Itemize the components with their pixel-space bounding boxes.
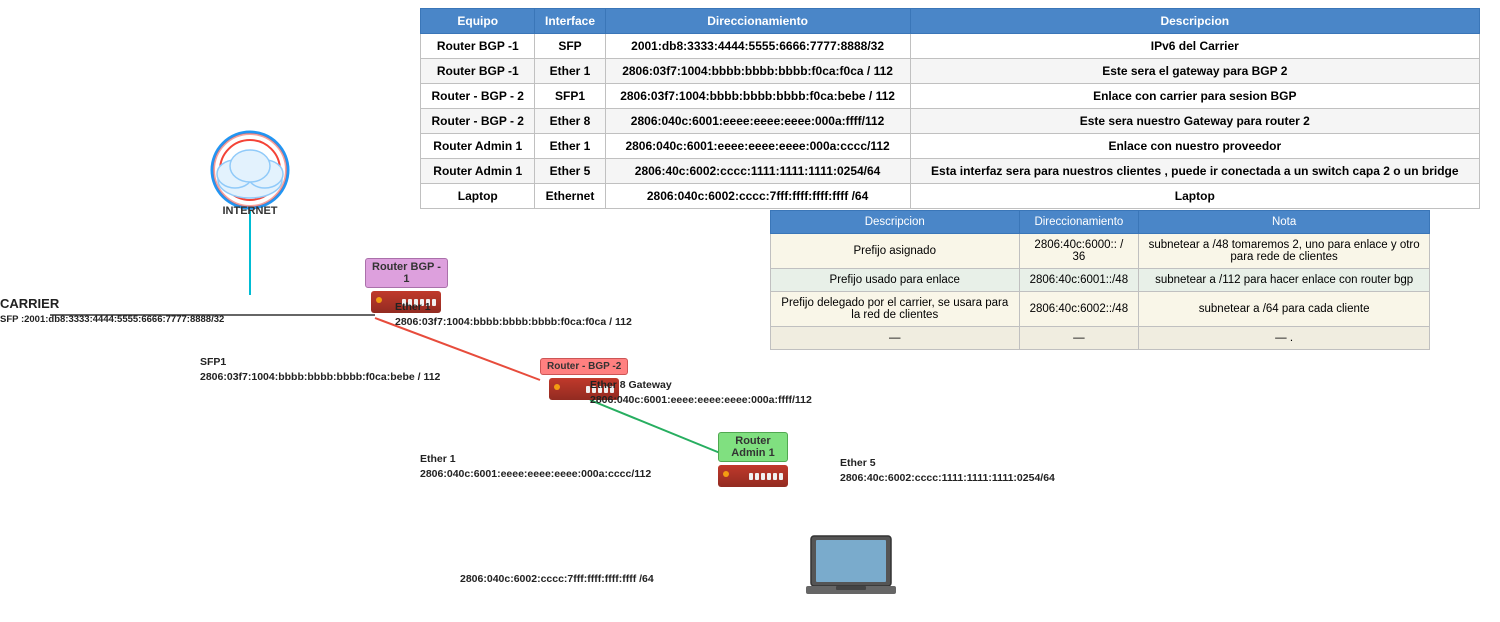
cell-descripcion: Este sera el gateway para BGP 2 xyxy=(910,59,1479,84)
cell-nota: subnetear a /112 para hacer enlace con r… xyxy=(1139,269,1430,292)
admin1-ether1-label: Ether 1 xyxy=(420,452,760,467)
bgp2-ether8-addr: 2806:040c:6001:eeee:eeee:eeee:000a:ffff/… xyxy=(590,393,890,408)
cell-descripcion: — xyxy=(771,327,1020,350)
laptop-addr-text: 2806:040c:6002:cccc:7fff:ffff:ffff:ffff … xyxy=(460,572,840,587)
cell-descripcion: Enlace con carrier para sesion BGP xyxy=(910,84,1479,109)
cell-direccionamiento: 2806:40c:6000:: / 36 xyxy=(1019,234,1139,269)
cell-nota: — . xyxy=(1139,327,1430,350)
laptop-addr: 2806:040c:6002:cccc:7fff:ffff:ffff:ffff … xyxy=(460,572,840,587)
cell-descripcion: Prefijo usado para enlace xyxy=(771,269,1020,292)
cell-nota: subnetear a /48 tomaremos 2, uno para en… xyxy=(1139,234,1430,269)
bgp1-ether1-addr: 2806:03f7:1004:bbbb:bbbb:bbbb:f0ca:f0ca … xyxy=(395,315,735,330)
table-row: Prefijo usado para enlace2806:40c:6001::… xyxy=(771,269,1430,292)
cell-descripcion: Prefijo delegado por el carrier, se usar… xyxy=(771,292,1020,327)
carrier-sfp: SFP :2001:db8:3333:4444:5555:6666:7777:8… xyxy=(0,313,224,326)
carrier-label: CARRIER xyxy=(0,295,224,313)
cell-descripcion: Prefijo asignado xyxy=(771,234,1020,269)
table-row: Prefijo delegado por el carrier, se usar… xyxy=(771,292,1430,327)
secondary-table: Descripcion Direccionamiento Nota Prefij… xyxy=(770,210,1430,350)
router-bgp1-label: Router BGP -1 xyxy=(365,258,448,288)
cloud-icon xyxy=(195,130,305,210)
cell-direccionamiento: 2806:40c:6002::/48 xyxy=(1019,292,1139,327)
port5 xyxy=(773,473,777,480)
admin1-ether1-addr: 2806:040c:6001:eeee:eeee:eeee:000a:cccc/… xyxy=(420,467,760,482)
cell-nota: subnetear a /64 para cada cliente xyxy=(1139,292,1430,327)
bgp2-sfp1-label: SFP1 xyxy=(200,355,540,370)
admin1-ether5-label: Ether 5 xyxy=(840,456,1040,471)
col-descripcion: Descripcion xyxy=(910,9,1479,34)
sec-col-nota: Nota xyxy=(1139,211,1430,234)
port6 xyxy=(779,473,783,480)
internet-cloud: INTERNET xyxy=(195,130,305,217)
cell-descripcion: Esta interfaz sera para nuestros cliente… xyxy=(910,159,1479,184)
bgp2-ether8-text: Ether 8 Gateway 2806:040c:6001:eeee:eeee… xyxy=(590,378,890,407)
carrier-text: CARRIER SFP :2001:db8:3333:4444:5555:666… xyxy=(0,295,224,326)
sec-col-direccionamiento: Direccionamiento xyxy=(1019,211,1139,234)
admin1-ether5-text: Ether 5 2806:40c:6002:cccc:1111:1111:111… xyxy=(840,456,1040,485)
laptop-box xyxy=(806,534,896,604)
bgp2-ether8-label: Ether 8 Gateway xyxy=(590,378,890,393)
port4 xyxy=(767,473,771,480)
cell-direccionamiento: — xyxy=(1019,327,1139,350)
table-row: Prefijo asignado2806:40c:6000:: / 36subn… xyxy=(771,234,1430,269)
laptop-icon xyxy=(806,534,896,599)
bgp2-sfp1-text: SFP1 2806:03f7:1004:bbbb:bbbb:bbbb:f0ca:… xyxy=(200,355,540,384)
cell-descripcion: Laptop xyxy=(910,184,1479,209)
port3 xyxy=(761,473,765,480)
bgp1-ether1-text: Ether 1 2806:03f7:1004:bbbb:bbbb:bbbb:f0… xyxy=(395,300,735,329)
bgp1-ether1-label: Ether 1 xyxy=(395,300,735,315)
network-diagram: INTERNET CARRIER SFP :2001:db8:3333:4444… xyxy=(0,0,760,622)
bgp2-sfp1-addr: 2806:03f7:1004:bbbb:bbbb:bbbb:f0ca:bebe … xyxy=(200,370,540,385)
router-bgp2-label: Router - BGP -2 xyxy=(540,358,628,375)
table-row: ——— . xyxy=(771,327,1430,350)
admin1-ether1-text: Ether 1 2806:040c:6001:eeee:eeee:eeee:00… xyxy=(420,452,760,481)
admin1-ether5-addr: 2806:40c:6002:cccc:1111:1111:1111:0254/6… xyxy=(840,471,1040,486)
cell-descripcion: Enlace con nuestro proveedor xyxy=(910,134,1479,159)
cell-descripcion: Este sera nuestro Gateway para router 2 xyxy=(910,109,1479,134)
sec-col-descripcion: Descripcion xyxy=(771,211,1020,234)
cell-direccionamiento: 2806:40c:6001::/48 xyxy=(1019,269,1139,292)
cell-descripcion: IPv6 del Carrier xyxy=(910,34,1479,59)
